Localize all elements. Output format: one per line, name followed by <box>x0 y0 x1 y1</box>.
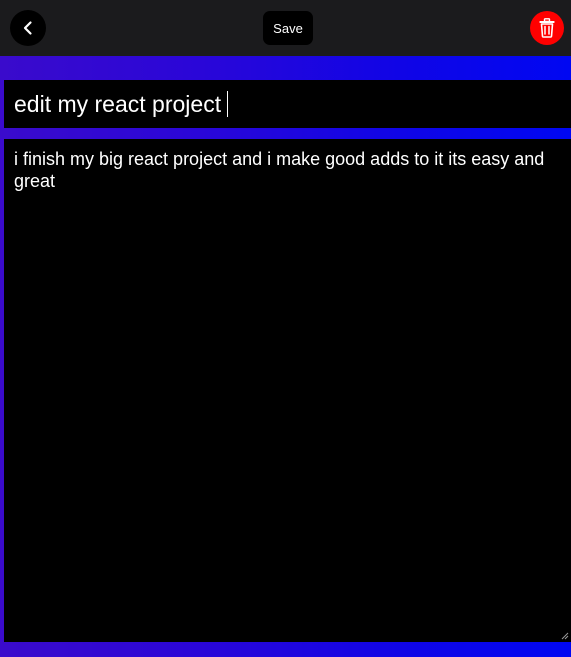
delete-button[interactable] <box>530 11 564 45</box>
note-title-text: edit my react project <box>14 91 229 117</box>
top-toolbar: Save <box>0 0 571 56</box>
note-body-field[interactable]: i finish my big react project and i make… <box>4 139 571 642</box>
text-caret <box>227 91 229 117</box>
chevron-left-icon <box>23 21 32 35</box>
note-body-text: i finish my big react project and i make… <box>14 149 545 191</box>
note-title-value: edit my react project <box>14 91 222 117</box>
back-button[interactable] <box>10 10 46 46</box>
resize-grip-icon[interactable] <box>561 632 569 640</box>
note-title-field[interactable]: edit my react project <box>4 80 571 128</box>
save-button[interactable]: Save <box>263 11 313 45</box>
trash-icon <box>539 18 555 38</box>
note-editor: edit my react project i finish my big re… <box>0 56 571 657</box>
